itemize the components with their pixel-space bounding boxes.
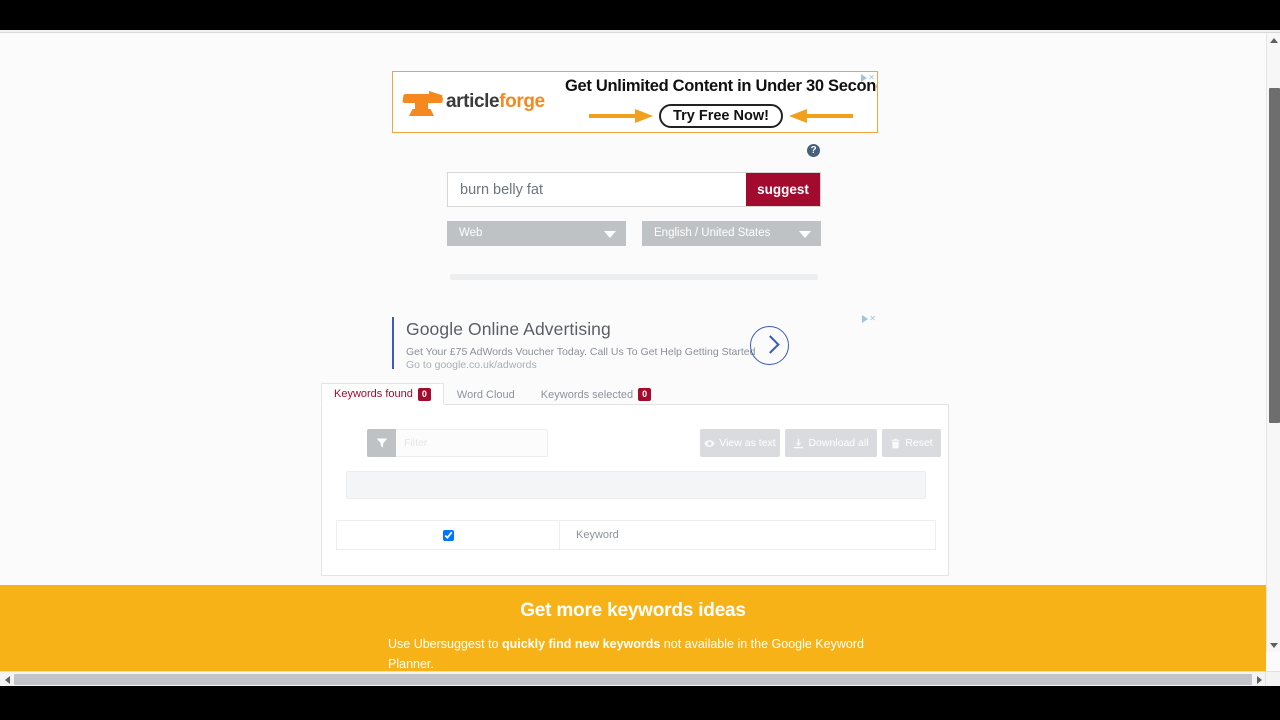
language-select-value: English / United States	[654, 227, 771, 239]
google-ads-banner[interactable]: Google Online Advertising Get Your £75 A…	[392, 313, 878, 378]
keywords-table: Keyword	[336, 520, 936, 550]
promo-heading: Get more keywords ideas	[520, 600, 746, 621]
scroll-down-icon[interactable]	[1267, 638, 1280, 652]
select-all-cell	[337, 521, 560, 549]
vertical-scrollbar[interactable]	[1266, 33, 1280, 652]
search-input[interactable]	[448, 173, 746, 206]
tab-keywords-found[interactable]: Keywords found 0	[321, 383, 444, 405]
scrollbar-corner	[1265, 671, 1280, 686]
filter-icon[interactable]	[367, 429, 396, 457]
tab-keywords-selected[interactable]: Keywords selected 0	[528, 383, 664, 405]
filter-group	[367, 429, 548, 457]
scroll-left-icon[interactable]	[0, 672, 14, 686]
horizontal-scrollbar[interactable]	[0, 671, 1266, 686]
progress-bar	[450, 274, 818, 280]
download-icon	[794, 438, 804, 448]
article-forge-logo: articleforge	[393, 87, 565, 117]
source-select[interactable]: Web	[447, 221, 626, 246]
view-as-text-label: View as text	[719, 437, 776, 449]
status-badge: 0	[638, 388, 652, 401]
ad-choices-icon[interactable]: ✕	[861, 74, 875, 82]
vertical-scrollbar-thumb[interactable]	[1269, 88, 1280, 423]
accent-bar	[392, 317, 394, 369]
google-ad-description: Get Your £75 AdWords Voucher Today. Call…	[406, 346, 756, 358]
arrow-left-icon	[788, 109, 853, 123]
article-forge-headline: Get Unlimited Content in Under 30 Second…	[565, 77, 878, 95]
select-all-checkbox[interactable]	[442, 529, 454, 541]
promo-line1-bold: quickly find new keywords	[501, 637, 661, 651]
screen: articleforge Get Unlimited Content in Un…	[0, 0, 1280, 720]
brand-part-2: forge	[499, 91, 545, 112]
brand-part-1: article	[446, 91, 500, 112]
column-header-keyword[interactable]: Keyword	[560, 521, 935, 549]
keywords-toolbar: View as text Download all Reset	[336, 429, 941, 457]
page-content: articleforge Get Unlimited Content in Un…	[0, 33, 1266, 686]
scroll-right-icon[interactable]	[1252, 672, 1266, 686]
filter-input[interactable]	[396, 429, 548, 457]
suggest-button[interactable]: suggest	[746, 173, 820, 206]
horizontal-scrollbar-thumb[interactable]	[14, 674, 1252, 685]
tab-bar: Keywords found 0 Word Cloud Keywords sel…	[321, 383, 949, 405]
tab-word-cloud[interactable]: Word Cloud	[444, 383, 528, 405]
promo-line1-a: Use Ubersuggest to	[388, 637, 502, 651]
reset-button[interactable]: Reset	[882, 429, 941, 457]
tab-label: Keywords selected	[540, 388, 634, 401]
trash-icon	[891, 438, 900, 448]
download-all-label: Download all	[808, 437, 869, 449]
browser-viewport: articleforge Get Unlimited Content in Un…	[0, 30, 1280, 686]
tab-label: Keywords found	[334, 388, 413, 400]
chevron-down-icon	[799, 231, 811, 238]
ad-choices-icon[interactable]: ✕	[862, 315, 876, 323]
search-bar: suggest	[447, 172, 821, 207]
tab-label: Word Cloud	[456, 388, 515, 401]
reset-label: Reset	[905, 437, 933, 449]
try-free-now-button[interactable]: Try Free Now!	[659, 104, 783, 128]
view-as-text-button[interactable]: View as text	[700, 429, 780, 457]
arrow-right-icon	[589, 109, 654, 123]
eye-icon	[704, 439, 715, 447]
chevron-down-icon	[604, 231, 616, 238]
chevron-right-icon[interactable]	[750, 326, 789, 365]
status-badge: 0	[417, 387, 431, 401]
scroll-up-icon[interactable]	[1267, 33, 1280, 47]
source-select-value: Web	[459, 227, 483, 239]
google-ad-url: Go to google.co.uk/adwords	[406, 359, 537, 371]
anvil-icon	[402, 87, 444, 117]
letterbox-top	[0, 0, 1280, 30]
promo-line-1: Use Ubersuggest to quickly find new keyw…	[388, 634, 878, 674]
results-placeholder	[346, 471, 926, 499]
google-ad-title: Google Online Advertising	[406, 319, 611, 339]
download-all-button[interactable]: Download all	[785, 429, 877, 457]
keywords-panel: View as text Download all Reset	[321, 404, 949, 576]
language-select[interactable]: English / United States	[642, 221, 821, 246]
letterbox-bottom	[0, 686, 1280, 720]
article-forge-ad-banner[interactable]: articleforge Get Unlimited Content in Un…	[392, 71, 878, 133]
article-forge-wordmark: articleforge	[446, 91, 545, 113]
help-icon[interactable]: ?	[807, 144, 820, 157]
article-forge-ad-body: Get Unlimited Content in Under 30 Second…	[565, 72, 877, 132]
article-forge-cta-row: Try Free Now!	[565, 102, 877, 130]
